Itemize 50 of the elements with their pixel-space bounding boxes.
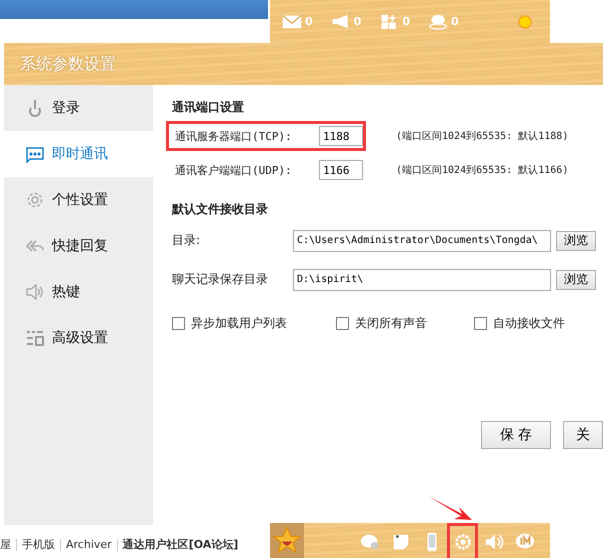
checkbox[interactable]	[474, 317, 487, 330]
footer-link[interactable]: 手机版	[22, 537, 55, 552]
checkbox-label: 关闭所有声音	[355, 315, 427, 332]
browse-button[interactable]: 浏览	[556, 230, 596, 250]
star-avatar-icon[interactable]	[270, 523, 304, 558]
sidebar-item[interactable]: 登录	[4, 85, 153, 131]
chat-add-icon[interactable]	[360, 532, 380, 552]
sidebar-item[interactable]: 即时通讯	[4, 131, 153, 177]
footer-link[interactable]: Archiver	[66, 538, 112, 551]
footer-link[interactable]: 通达用户社区[OA论坛]	[122, 537, 238, 552]
path-input[interactable]: C:\Users\Administrator\Documents\Tongda\	[293, 230, 551, 252]
sun-icon[interactable]	[516, 12, 534, 30]
note-icon[interactable]	[390, 532, 410, 552]
grid-icon	[26, 329, 44, 347]
speaker-icon	[26, 283, 44, 301]
field-label: 通讯服务器端口(TCP):	[175, 128, 293, 144]
checkbox-label: 异步加载用户列表	[191, 315, 287, 332]
footer-link[interactable]: 屋	[0, 537, 11, 552]
checkbox-label: 自动接收文件	[493, 315, 565, 332]
checkbox[interactable]	[336, 317, 349, 330]
section-heading: 默认文件接收目录	[172, 201, 269, 218]
port-hint: (端口区间1024到65535: 默认1188)	[396, 130, 568, 143]
count-label: 0	[305, 15, 313, 28]
gear-icon	[26, 191, 44, 209]
browse-button[interactable]: 浏览	[556, 270, 596, 290]
mail-icon[interactable]	[282, 13, 302, 30]
power-icon	[26, 99, 44, 117]
section-heading: 通讯端口设置	[172, 99, 245, 116]
field-label: 聊天记录保存目录	[172, 271, 269, 288]
count-label: 0	[450, 15, 459, 28]
path-input[interactable]: D:\ispirit\	[293, 268, 551, 290]
port-hint: (端口区间1024到65535: 默认1166)	[396, 164, 568, 177]
port-input[interactable]: 1188	[319, 126, 363, 146]
sidebar-item[interactable]: 热键	[4, 269, 153, 315]
settings-icon[interactable]	[452, 532, 472, 552]
chat-icon[interactable]	[428, 13, 448, 30]
port-input[interactable]: 1166	[319, 160, 363, 180]
field-label: 目录:	[172, 232, 202, 249]
volume-icon[interactable]	[484, 532, 504, 552]
dialog-title: 系统参数设置	[4, 43, 603, 85]
count-label: 0	[402, 15, 410, 28]
close-button[interactable]: 关	[563, 421, 603, 449]
checkbox[interactable]	[172, 317, 185, 330]
sidebar-item[interactable]: 个性设置	[4, 177, 153, 223]
sidebar-item[interactable]: 高级设置	[4, 315, 153, 361]
sidebar-item[interactable]: 快捷回复	[4, 223, 153, 269]
count-label: 0	[354, 15, 362, 28]
field-label: 通讯客户端端口(UDP):	[175, 162, 293, 178]
message-icon	[26, 145, 44, 163]
save-button[interactable]: 保 存	[481, 421, 551, 449]
